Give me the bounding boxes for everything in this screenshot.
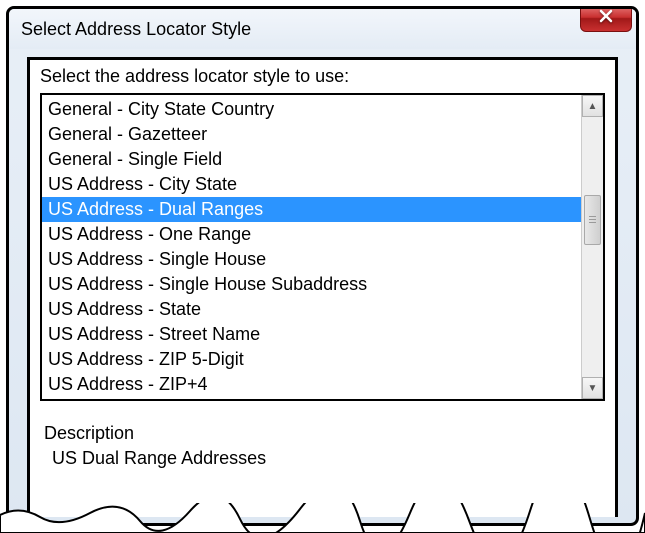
dialog-title: Select Address Locator Style bbox=[21, 19, 251, 40]
description-section: Description US Dual Range Addresses bbox=[40, 423, 605, 469]
listbox-items[interactable]: General - City State CountryGeneral - Ga… bbox=[42, 95, 581, 399]
list-item[interactable]: General - Single Field bbox=[42, 147, 581, 172]
list-item[interactable]: US Address - Street Name bbox=[42, 322, 581, 347]
list-item[interactable]: US Address - City State bbox=[42, 172, 581, 197]
list-item[interactable]: US Address - ZIP 5-Digit bbox=[42, 347, 581, 372]
vertical-scrollbar[interactable]: ▲ ▼ bbox=[581, 95, 603, 399]
scroll-up-button[interactable]: ▲ bbox=[582, 95, 603, 117]
prompt-label: Select the address locator style to use: bbox=[40, 66, 605, 87]
scroll-down-button[interactable]: ▼ bbox=[582, 377, 603, 399]
description-label: Description bbox=[44, 423, 601, 444]
dialog-window: Select Address Locator Style Select the … bbox=[6, 6, 639, 526]
close-icon bbox=[599, 9, 613, 28]
chevron-down-icon: ▼ bbox=[588, 383, 598, 394]
list-item[interactable]: General - City State Country bbox=[42, 97, 581, 122]
chevron-up-icon: ▲ bbox=[588, 101, 598, 112]
close-button[interactable] bbox=[580, 6, 632, 32]
description-value: US Dual Range Addresses bbox=[44, 448, 601, 469]
list-item[interactable]: US Address - ZIP+4 bbox=[42, 372, 581, 397]
scroll-track[interactable] bbox=[582, 117, 603, 377]
list-item[interactable]: US Address - One Range bbox=[42, 222, 581, 247]
list-item[interactable]: US Address - Single House bbox=[42, 247, 581, 272]
list-item[interactable]: US Address - State bbox=[42, 297, 581, 322]
list-item[interactable]: US Address - Single House Subaddress bbox=[42, 272, 581, 297]
list-item[interactable]: General - Gazetteer bbox=[42, 122, 581, 147]
scroll-thumb[interactable] bbox=[584, 195, 601, 245]
content-panel: Select the address locator style to use:… bbox=[27, 57, 618, 517]
titlebar: Select Address Locator Style bbox=[9, 9, 636, 49]
locator-style-listbox[interactable]: General - City State CountryGeneral - Ga… bbox=[40, 93, 605, 401]
list-item[interactable]: US Address - Dual Ranges bbox=[42, 197, 581, 222]
